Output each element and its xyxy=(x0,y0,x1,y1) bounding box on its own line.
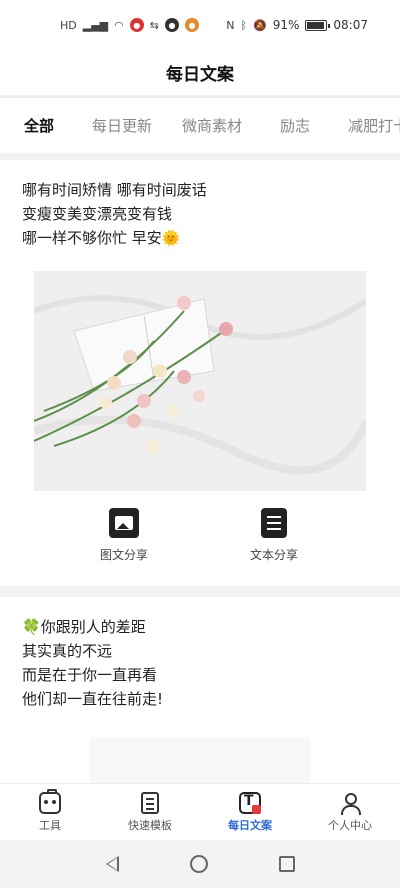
nfc-icon: N xyxy=(226,18,235,32)
tools-icon xyxy=(39,788,61,814)
nav-label: 快速模板 xyxy=(128,818,172,832)
recent-apps-icon[interactable] xyxy=(278,856,295,872)
image-share-icon xyxy=(109,508,139,538)
template-icon xyxy=(141,791,159,814)
nav-label: 工具 xyxy=(39,818,61,832)
nav-tools[interactable]: 工具 xyxy=(0,784,100,840)
status-right: N ᛒ 🔕 91% 08:07 xyxy=(226,18,368,32)
image-placeholder xyxy=(90,737,310,783)
wifi-icon: ◠ xyxy=(114,18,124,32)
home-icon[interactable] xyxy=(189,855,208,873)
hd-indicator: HD xyxy=(60,18,77,32)
nav-label: 每日文案 xyxy=(228,818,272,832)
copy-text[interactable]: 哪有时间矫情 哪有时间废话 变瘦变美变漂亮变有钱 哪一样不够你忙 早安🌞 xyxy=(0,160,400,250)
back-icon[interactable] xyxy=(105,856,119,872)
sync-icon: ⇆ xyxy=(149,18,159,32)
tab-all[interactable]: 全部 xyxy=(24,115,54,136)
bluetooth-icon: ᛒ xyxy=(240,18,248,32)
sun-emoji: 🌞 xyxy=(161,229,181,247)
image-share-button[interactable]: 图文分享 xyxy=(64,504,184,563)
image-share-label: 图文分享 xyxy=(99,548,148,562)
nav-profile[interactable]: 个人中心 xyxy=(300,784,400,840)
text-share-label: 文本分享 xyxy=(249,548,298,562)
battery-percent: 91% xyxy=(272,18,300,32)
copy-line-text: 哪一样不够你忙 早安 xyxy=(22,229,162,247)
category-tabs: 全部 每日更新 微商素材 励志 减肥打卡 xyxy=(0,97,400,153)
tab-wechat-business[interactable]: 微商素材 xyxy=(182,115,242,136)
daily-copy-icon xyxy=(239,791,261,814)
tab-daily-update[interactable]: 每日更新 xyxy=(92,115,152,136)
battery-icon xyxy=(305,19,331,31)
copy-card: 🍀你跟别人的差距 其实真的不远 而是在于你一直再看 他们却一直在往前走! xyxy=(0,597,400,783)
status-bar: HD ▂▄▆ ◠ ● ⇆ ● ● N ᛒ 🔕 91% 08:07 xyxy=(0,0,400,50)
share-actions: 图文分享 文本分享 xyxy=(0,504,400,574)
text-share-button[interactable]: 文本分享 xyxy=(214,504,334,563)
copy-line: 而是在于你一直再看 xyxy=(22,666,158,684)
app-notification-icon: ● xyxy=(129,18,144,32)
clock: 08:07 xyxy=(333,18,368,32)
page-title: 每日文案 xyxy=(166,65,234,85)
bottom-nav: 工具 快速模板 每日文案 个人中心 xyxy=(0,783,400,840)
user-icon xyxy=(339,792,361,815)
system-navigation-bar xyxy=(0,840,400,888)
copy-line: 其实真的不远 xyxy=(22,642,113,660)
app-header: 每日文案 xyxy=(0,50,400,95)
tab-inspiration[interactable]: 励志 xyxy=(280,115,310,136)
app-notification-icon-3: ● xyxy=(184,18,199,32)
copy-card: 哪有时间矫情 哪有时间废话 变瘦变美变漂亮变有钱 哪一样不够你忙 早安🌞 图文分… xyxy=(0,160,400,586)
flower-photo[interactable] xyxy=(34,271,366,491)
text-share-icon xyxy=(261,508,287,538)
copy-line: 🍀你跟别人的差距 xyxy=(22,615,378,639)
flower-photo-illustration xyxy=(34,271,366,491)
copy-text[interactable]: 🍀你跟别人的差距 其实真的不远 而是在于你一直再看 他们却一直在往前走! xyxy=(0,597,400,711)
nav-quick-template[interactable]: 快速模板 xyxy=(100,784,200,840)
copy-line: 他们却一直在往前走! xyxy=(22,690,164,708)
signal-icon: ▂▄▆ xyxy=(82,18,109,32)
mute-icon: 🔕 xyxy=(253,18,267,32)
copy-line: 哪有时间矫情 哪有时间废话 xyxy=(22,181,207,199)
nav-daily-copy[interactable]: 每日文案 xyxy=(200,784,300,840)
app-notification-icon-2: ● xyxy=(164,18,179,32)
status-left: HD ▂▄▆ ◠ ● ⇆ ● ● xyxy=(60,18,199,32)
clover-emoji: 🍀 xyxy=(22,618,41,636)
copy-line-text: 你跟别人的差距 xyxy=(40,618,146,636)
tab-weight-loss[interactable]: 减肥打卡 xyxy=(348,115,400,136)
nav-label: 个人中心 xyxy=(328,818,372,832)
copy-line: 哪一样不够你忙 早安🌞 xyxy=(22,226,378,250)
copy-line: 变瘦变美变漂亮变有钱 xyxy=(22,205,173,223)
